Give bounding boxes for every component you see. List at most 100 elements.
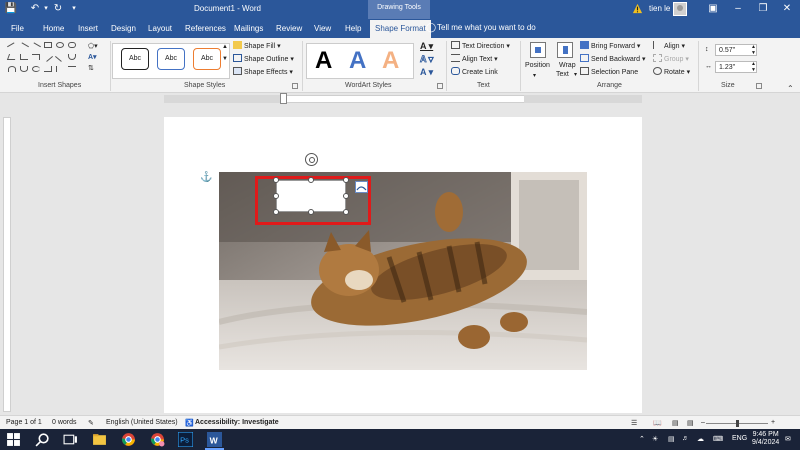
close-icon[interactable]: ✕ xyxy=(780,2,794,16)
size-launcher-icon[interactable] xyxy=(756,83,762,89)
language[interactable]: English (United States) xyxy=(106,419,178,426)
onedrive-icon[interactable]: ☁ xyxy=(697,435,704,443)
word-count[interactable]: 0 words xyxy=(52,419,77,426)
tell-me-search[interactable]: Tell me what you want to do xyxy=(437,23,536,32)
gallery-scroll-down-icon[interactable]: ▼ xyxy=(222,54,228,64)
search-icon[interactable] xyxy=(35,432,50,447)
print-layout-icon[interactable]: ▤ xyxy=(672,419,679,427)
maximize-icon[interactable]: ❐ xyxy=(756,2,770,16)
wordart-gallery[interactable]: A A A xyxy=(306,43,414,79)
shape-style-swatch[interactable]: Abc xyxy=(193,48,221,70)
meet-now-icon[interactable]: ☀ xyxy=(652,435,658,443)
task-view-icon[interactable] xyxy=(63,432,78,447)
redo-icon[interactable]: ↻ xyxy=(51,2,65,16)
proofing-icon[interactable]: ✎ xyxy=(88,419,94,427)
position-dropdown-icon[interactable]: ▾ xyxy=(533,71,536,81)
zoom-in-icon[interactable]: + xyxy=(771,419,775,426)
shape-style-swatch[interactable]: Abc xyxy=(121,48,149,70)
wordart-style[interactable]: A xyxy=(382,47,399,75)
arrow-down-shape-icon[interactable] xyxy=(55,52,65,62)
brace-shape-icon[interactable] xyxy=(56,66,64,72)
tray-overflow-icon[interactable]: ⌃ xyxy=(639,435,645,443)
tab-home[interactable]: Home xyxy=(43,24,64,33)
tab-design[interactable]: Design xyxy=(111,24,136,33)
restore-ribbon-icon[interactable]: ▣ xyxy=(706,2,720,16)
position-button[interactable]: Position xyxy=(525,61,550,71)
wordart-launcher-icon[interactable] xyxy=(437,83,443,89)
group-button[interactable]: Group ▾ xyxy=(653,54,689,65)
shape-effects-button[interactable]: Shape Effects ▾ xyxy=(233,67,293,78)
minimize-icon[interactable]: – xyxy=(731,2,745,16)
chrome-profile-icon[interactable] xyxy=(150,432,165,447)
edit-shape-icon[interactable]: ⬠▾ xyxy=(88,42,98,52)
bring-forward-button[interactable]: Bring Forward ▾ xyxy=(580,41,640,52)
position-icon[interactable] xyxy=(530,42,546,58)
align-button[interactable]: Align ▾ xyxy=(653,41,685,52)
text-fill-icon[interactable]: A ▾ xyxy=(420,41,433,51)
resize-handle[interactable] xyxy=(343,177,349,183)
line-shape-icon[interactable] xyxy=(19,42,29,52)
rotate-handle-icon[interactable] xyxy=(305,153,318,166)
scribble-shape-icon[interactable] xyxy=(32,66,40,72)
resize-handle[interactable] xyxy=(273,193,279,199)
tab-references[interactable]: References xyxy=(185,24,226,33)
arrow-shape-icon[interactable] xyxy=(31,42,41,52)
align-text-button[interactable]: Align Text ▾ xyxy=(451,54,498,65)
connector-shape-icon[interactable] xyxy=(20,54,28,60)
wordart-style[interactable]: A xyxy=(315,47,332,75)
resize-handle[interactable] xyxy=(273,209,279,215)
web-layout-icon[interactable]: ▤ xyxy=(687,419,694,427)
wrap-text-icon[interactable] xyxy=(557,42,573,58)
word-icon[interactable]: W xyxy=(207,432,222,447)
shapes-gallery[interactable]: ⬠▾ A▾ ⇅ xyxy=(6,42,108,78)
save-icon[interactable]: 💾 xyxy=(4,2,18,16)
accessibility-icon[interactable]: ♿ xyxy=(185,419,194,427)
tab-help[interactable]: Help xyxy=(345,24,361,33)
accessibility-status[interactable]: Accessibility: Investigate xyxy=(195,419,279,426)
selected-rectangle-shape[interactable] xyxy=(276,180,346,212)
resize-handle[interactable] xyxy=(308,209,314,215)
zoom-slider-thumb[interactable] xyxy=(736,420,739,427)
rectangle-shape-icon[interactable] xyxy=(44,42,52,48)
text-box-icon[interactable]: A▾ xyxy=(88,53,97,63)
tab-file[interactable]: File xyxy=(11,24,24,33)
triangle-shape-icon[interactable] xyxy=(6,54,18,60)
wrap-text-label-2[interactable]: Text xyxy=(556,70,569,80)
shape-styles-gallery[interactable]: Abc Abc Abc xyxy=(112,43,230,79)
shapes-more-icon[interactable]: ⇅ xyxy=(88,64,94,74)
selection-pane-button[interactable]: Selection Pane xyxy=(580,67,638,78)
read-mode-icon[interactable]: 📖 xyxy=(653,419,662,427)
avatar[interactable] xyxy=(673,2,687,16)
arc-shape-icon[interactable] xyxy=(8,66,16,72)
wordart-style[interactable]: A xyxy=(349,47,366,75)
freeform-shape-icon[interactable] xyxy=(20,66,28,72)
curve-shape-icon[interactable] xyxy=(68,54,76,60)
height-spinner-icon[interactable]: ▲ ▼ xyxy=(751,44,756,56)
zoom-out-icon[interactable]: – xyxy=(701,419,705,426)
text-direction-button[interactable]: Text Direction ▾ xyxy=(451,41,510,52)
shape-outline-button[interactable]: Shape Outline ▾ xyxy=(233,54,294,65)
tab-insert[interactable]: Insert xyxy=(78,24,98,33)
file-explorer-icon[interactable] xyxy=(92,432,107,447)
oval-shape-icon[interactable] xyxy=(56,42,64,48)
photoshop-icon[interactable]: Ps xyxy=(178,432,193,447)
notifications-icon[interactable]: ✉ xyxy=(785,435,791,443)
layout-options-icon[interactable] xyxy=(355,181,368,193)
resize-handle[interactable] xyxy=(343,209,349,215)
network-icon[interactable]: ▤ xyxy=(668,435,675,443)
shape-styles-launcher-icon[interactable] xyxy=(292,83,298,89)
resize-handle[interactable] xyxy=(308,177,314,183)
warning-icon[interactable] xyxy=(632,3,643,14)
elbow-shape-icon[interactable] xyxy=(32,54,40,60)
more-shapes-icon[interactable] xyxy=(68,66,76,72)
wrap-text-dropdown-icon[interactable]: ▾ xyxy=(574,70,577,80)
vertical-ruler[interactable] xyxy=(3,117,11,412)
rounded-rect-shape-icon[interactable] xyxy=(68,42,76,48)
tab-mailings[interactable]: Mailings xyxy=(234,24,263,33)
width-spinner-icon[interactable]: ▲ ▼ xyxy=(751,61,756,73)
chrome-icon[interactable] xyxy=(121,432,136,447)
gallery-scroll-up-icon[interactable]: ▲ xyxy=(222,42,228,52)
volume-icon[interactable]: ♬ xyxy=(682,435,689,442)
shape-style-swatch[interactable]: Abc xyxy=(157,48,185,70)
text-outline-icon[interactable]: A ▾ xyxy=(420,54,434,65)
